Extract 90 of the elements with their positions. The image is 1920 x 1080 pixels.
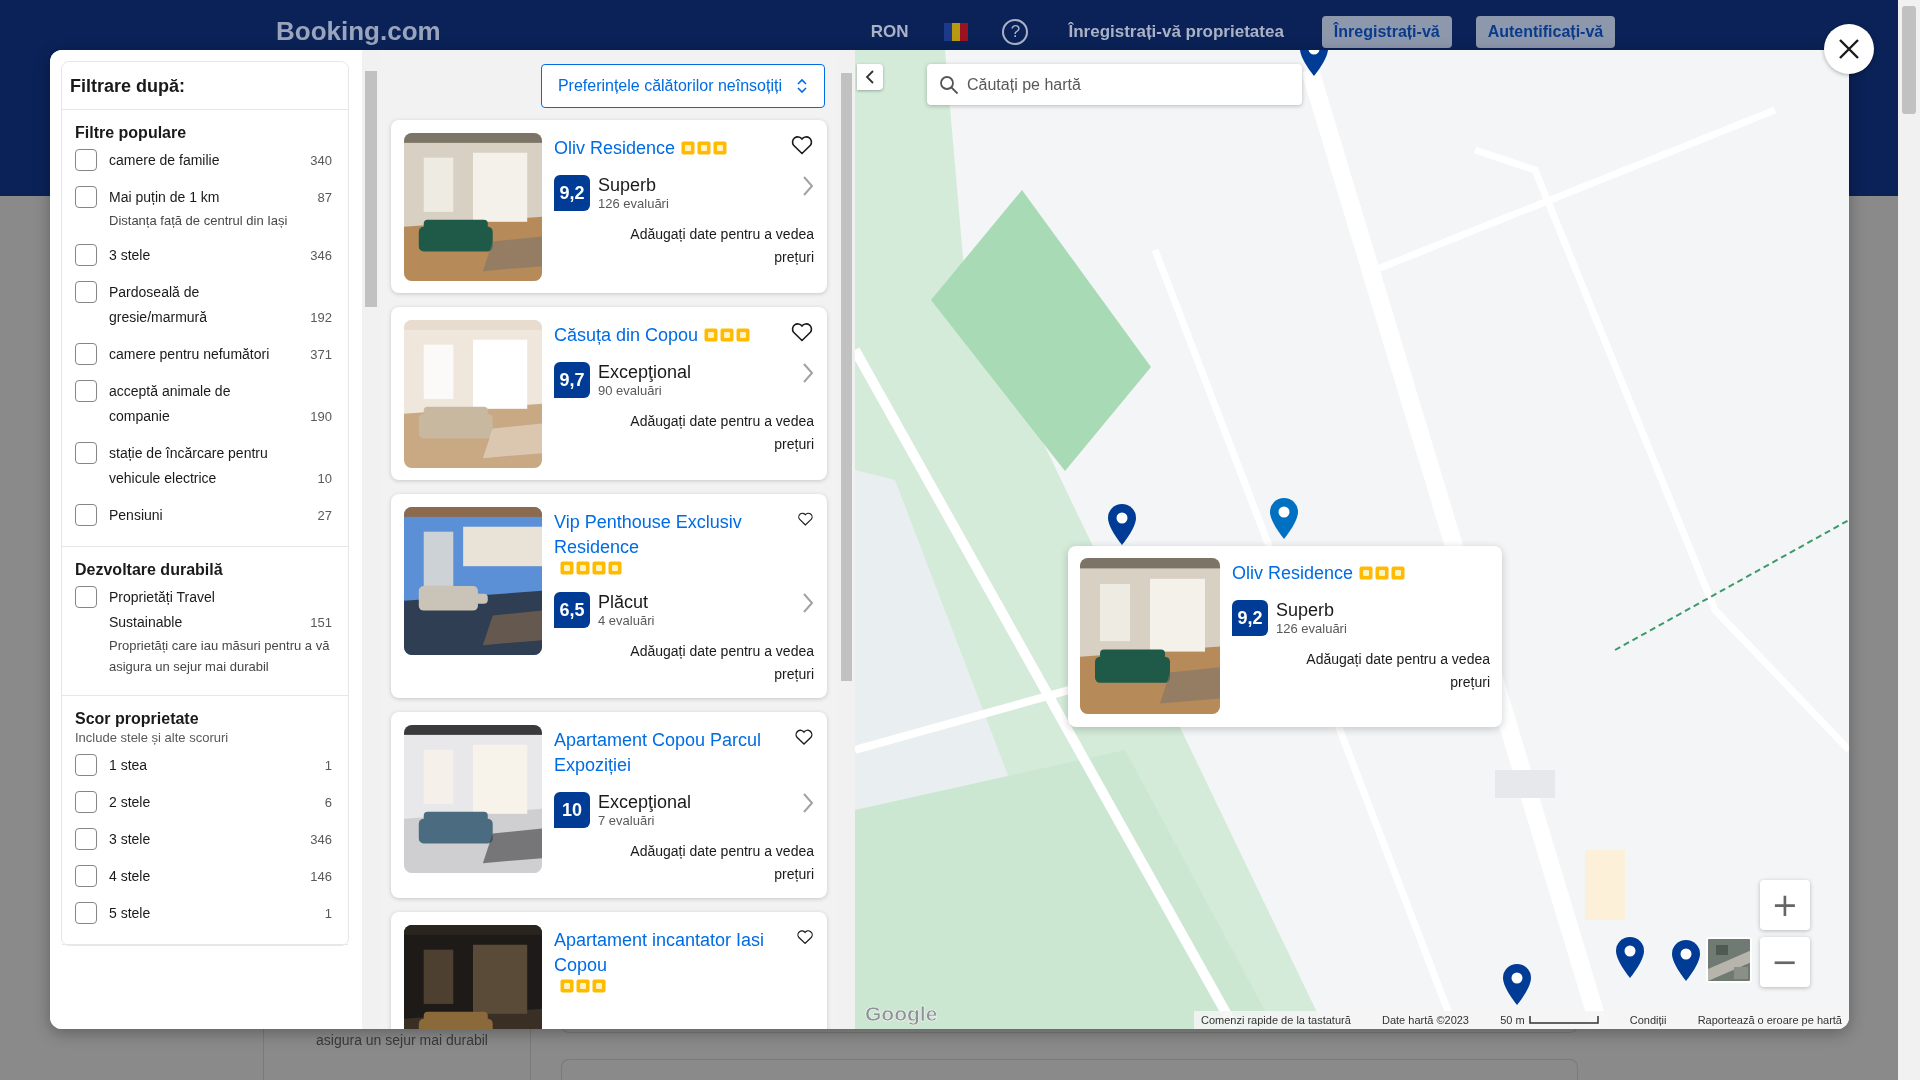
property-name[interactable]: Oliv Residence [554,136,676,161]
checkbox[interactable] [75,149,97,171]
filter-note: Proprietăți care iau măsuri pentru a vă asigura un sejur mai durabil [109,637,331,676]
filter-label[interactable]: 3 stele [109,827,280,852]
checkbox[interactable] [75,902,97,924]
filter-label[interactable]: 1 stea [109,753,280,778]
property-name[interactable]: Apartament Copou Parcul Expoziției [554,728,795,778]
price-note: Adăugați date pentru a vedea prețuri [629,225,814,267]
score-badge: 6,5 [554,592,590,628]
checkbox[interactable] [75,281,97,303]
sort-icon [796,78,808,94]
sign-in-button[interactable]: Autentificați-vă [1475,16,1616,48]
checkbox[interactable] [75,504,97,526]
filter-label[interactable]: 4 stele [109,864,280,889]
checkbox[interactable] [75,343,97,365]
close-icon [1838,38,1860,60]
filter-count: 10 [316,470,332,488]
filter-count: 87 [316,189,332,207]
filter-count: 192 [309,309,332,327]
property-card[interactable]: Apartament incantator Iasi Copou [391,912,827,1029]
filter-count: 340 [309,152,332,170]
price-note: Adăugați date pentru a vedea prețuri [629,842,814,884]
checkbox[interactable] [75,442,97,464]
property-name[interactable]: Căsuța din Copou [554,323,699,348]
logo[interactable]: Booking.com [276,16,441,47]
currency-selector[interactable]: RON [870,22,909,42]
section-subtitle: Include stele și alte scoruri [75,730,230,745]
property-name[interactable]: Apartament incantator Iasi Copou [554,928,796,978]
checkbox[interactable] [75,754,97,776]
filter-label[interactable]: Mai puțin de 1 km [109,185,280,210]
register-button[interactable]: Înregistrați-vă [1321,16,1452,48]
scrollbar[interactable] [1898,0,1920,1080]
price-note: Adăugați date pentru a vedea prețuri [629,412,814,454]
review-count: 126 evaluări [598,196,669,211]
filter-label[interactable]: Pardoseală de gresie/marmură [109,280,280,330]
filter-count: 1 [323,757,332,775]
rating-label: Plăcut [598,592,650,613]
checkbox[interactable] [75,244,97,266]
filter-label[interactable]: 2 stele [109,790,280,815]
property-name[interactable]: Vip Penthouse Exclusiv Residence [554,510,798,560]
score-badge: 9,2 [554,175,590,211]
filter-count: 146 [309,868,332,886]
help-icon[interactable]: ? [1002,19,1029,45]
review-count: 4 evaluări [598,613,655,628]
section-heading: Filtre populare [75,124,188,142]
filter-label[interactable]: stație de încărcare pentru vehicule electrice [109,441,280,491]
section-heading: Scor proprietate [75,710,200,728]
chevron-right-icon[interactable] [802,175,814,197]
filter-count: 27 [316,507,332,525]
review-count: 7 evaluări [598,813,656,828]
filter-label[interactable]: Pensiuni [109,503,280,528]
filter-label[interactable]: acceptă animale de companie [109,379,280,429]
checkbox[interactable] [75,828,97,850]
filter-count: 346 [309,247,332,265]
filter-count: 190 [309,408,332,426]
filter-description: asigura un sejur mai durabil [316,1032,488,1048]
chevron-right-icon[interactable] [802,362,814,384]
score-badge: 10 [554,792,590,828]
chevron-right-icon[interactable] [802,592,814,614]
checkbox[interactable] [75,586,97,608]
list-property-link[interactable]: Înregistrați-vă proprietatea [1068,22,1284,42]
sort-button[interactable]: Preferințele călătorilor neînsoțiți [540,64,825,108]
filter-note: Distanța față de centrul din Iași [109,212,289,230]
panel-title: Filtrare după: [62,62,348,110]
price-note: Adăugați date pentru a vedea prețuri [629,642,814,684]
heart-icon[interactable] [790,133,814,157]
filter-label[interactable]: camere pentru nefumători [109,342,280,367]
checkbox[interactable] [75,791,97,813]
filter-label[interactable]: Proprietăți Travel Sustainable [109,585,280,635]
checkbox[interactable] [75,186,97,208]
scrollbar[interactable] [362,50,380,1029]
score-badge: 9,7 [554,362,590,398]
checkbox[interactable] [75,865,97,887]
flag-icon[interactable] [944,23,969,41]
checkbox[interactable] [75,380,97,402]
filter-label[interactable]: 5 stele [109,901,280,926]
section-heading: Dezvoltare durabilă [75,561,224,579]
heart-icon[interactable] [790,320,814,344]
filter-count: 1 [323,905,332,923]
filter-count: 346 [309,831,332,849]
rating-label: Excepţional [598,362,692,383]
chevron-right-icon[interactable] [802,792,814,814]
rating-label: Excepţional [598,792,692,813]
filter-label[interactable]: 3 stele [109,243,280,268]
filter-count: 151 [309,614,332,632]
rating-label: Superb [598,175,658,196]
review-count: 90 evaluări [598,383,663,398]
filter-count: 371 [309,346,332,364]
filter-label[interactable]: camere de familie [109,148,280,173]
filter-count: 6 [323,794,332,812]
